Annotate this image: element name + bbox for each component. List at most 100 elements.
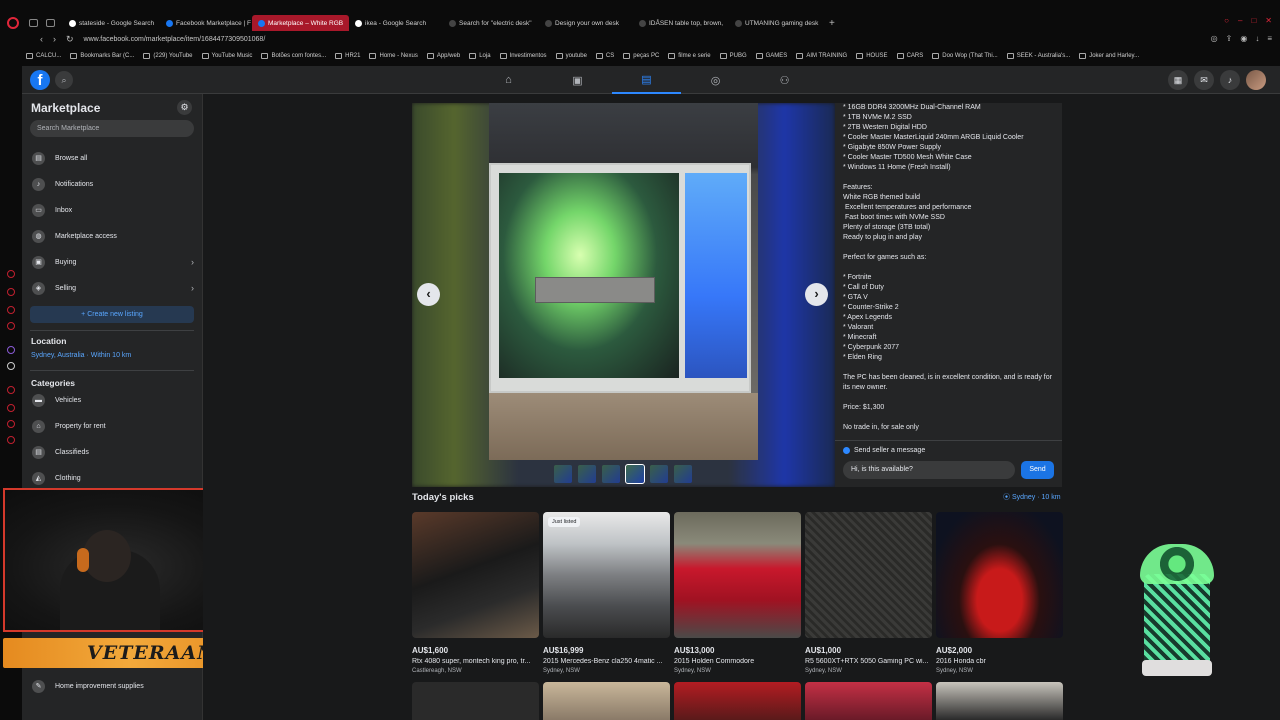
send-button[interactable]: Send	[1021, 461, 1054, 479]
sidebar-item-home-improvement[interactable]: ✎ Home improvement supplies	[30, 676, 196, 696]
rail-icon[interactable]	[7, 404, 15, 412]
bookmark-item[interactable]: filme e serie	[668, 53, 711, 59]
pick-card-partial[interactable]	[543, 682, 670, 720]
picks-location-link[interactable]: ⦿ Sydney · 10 km	[1003, 492, 1061, 502]
video-icon[interactable]: ▣	[543, 66, 612, 94]
menu-grid-icon[interactable]: ▦	[1168, 70, 1188, 90]
settings-gear-icon[interactable]: ⚙	[177, 100, 192, 115]
rail-icon[interactable]	[7, 436, 15, 444]
rail-icon[interactable]	[7, 322, 15, 330]
close-button[interactable]: ✕	[1265, 16, 1272, 25]
browser-tab[interactable]: stateside - Google Search	[63, 15, 160, 31]
avatar[interactable]	[1246, 70, 1266, 90]
bookmark-item[interactable]: CS	[595, 53, 614, 59]
share-icon[interactable]: ⇪	[1226, 34, 1233, 43]
bookmark-item[interactable]: YouTube Music	[201, 53, 252, 59]
thumbnail[interactable]	[554, 465, 572, 483]
rail-icon[interactable]	[7, 386, 15, 394]
thumbnail[interactable]	[602, 465, 620, 483]
browser-tab[interactable]: Facebook Marketplace | F	[160, 15, 252, 31]
forward-icon[interactable]: ›	[53, 34, 56, 45]
pick-card[interactable]: AU$1,000 R5 5600XT+RTX 5050 Gaming PC wi…	[805, 512, 932, 674]
opera-logo-icon[interactable]	[7, 17, 19, 29]
sidebar-item-vehicles[interactable]: ▬ Vehicles	[30, 390, 196, 410]
pick-card[interactable]: Just listed AU$16,999 2015 Mercedes-Benz…	[543, 512, 670, 674]
url-field[interactable]: www.facebook.com/marketplace/item/168447…	[84, 36, 266, 43]
marketplace-icon[interactable]: ▤	[612, 66, 681, 94]
new-tab-button[interactable]: +	[829, 18, 835, 29]
next-photo-button[interactable]: ›	[805, 283, 828, 306]
search-tabs-icon[interactable]: ○	[1224, 16, 1229, 25]
bookmark-item[interactable]: Home - Nexus	[369, 53, 418, 59]
bookmark-item[interactable]: CALCU...	[26, 53, 61, 59]
bookmark-item[interactable]: HOUSE	[856, 53, 888, 59]
message-input[interactable]: Hi, is this available?	[843, 461, 1015, 479]
rail-icon[interactable]	[7, 288, 15, 296]
bookmark-item[interactable]: AIM TRAINING	[796, 53, 847, 59]
previous-photo-button[interactable]: ‹	[417, 283, 440, 306]
bookmark-item[interactable]: youtube	[555, 53, 587, 59]
browser-tab[interactable]: ikea - Google Search	[349, 15, 443, 31]
maximize-button[interactable]: □	[1251, 16, 1256, 25]
bookmark-item[interactable]: CARS	[896, 53, 923, 59]
pick-card[interactable]: AU$2,000 2016 Honda cbr Sydney, NSW	[936, 512, 1063, 674]
workspace-icon[interactable]	[29, 19, 38, 27]
bookmark-item[interactable]: GAMES	[755, 53, 787, 59]
pick-card[interactable]: AU$1,600 Rtx 4080 super, montech king pr…	[412, 512, 539, 674]
thumbnail-selected[interactable]	[625, 464, 645, 484]
sidebar-item-buying[interactable]: ▣ Buying ›	[30, 252, 196, 272]
camera-icon[interactable]: ◉	[1240, 34, 1247, 43]
browser-tab[interactable]: UTMANING gaming desk	[729, 15, 825, 31]
bookmark-item[interactable]: (229) YouTube	[143, 53, 193, 59]
reload-icon[interactable]: ↻	[66, 34, 74, 45]
download-icon[interactable]: ↓	[1255, 34, 1259, 43]
bookmark-item[interactable]: SEEK - Australia's...	[1006, 53, 1070, 59]
sidebar-item-inbox[interactable]: ▭ Inbox	[30, 200, 196, 220]
search-input[interactable]: Search Marketplace	[30, 120, 194, 137]
bookmark-item[interactable]: Investimentos	[499, 53, 547, 59]
thumbnail[interactable]	[578, 465, 596, 483]
browser-tab[interactable]: IDÅSEN table top, brown,	[633, 15, 729, 31]
x-icon[interactable]	[7, 362, 15, 370]
sidebar-item-clothing[interactable]: ◭ Clothing	[30, 468, 196, 488]
pick-card-partial[interactable]	[674, 682, 801, 720]
search-icon[interactable]: ⌕	[55, 71, 73, 89]
location-link[interactable]: Sydney, Australia · Within 10 km	[31, 352, 131, 359]
thumbnail[interactable]	[650, 465, 668, 483]
sidebar-item-notifications[interactable]: ♪ Notifications	[30, 174, 196, 194]
pick-card[interactable]: AU$13,000 2015 Holden Commodore Sydney, …	[674, 512, 801, 674]
sidebar-item-classifieds[interactable]: ▤ Classifieds	[30, 442, 196, 462]
extensions-icon[interactable]: ◎	[1211, 34, 1218, 43]
back-icon[interactable]: ‹	[40, 34, 43, 45]
bookmark-item[interactable]: Joker and Harley...	[1079, 53, 1139, 59]
notifications-icon[interactable]: ♪	[1220, 70, 1240, 90]
bookmark-item[interactable]: PUBG	[719, 53, 747, 59]
thumbnail[interactable]	[674, 465, 692, 483]
pick-card-partial[interactable]	[936, 682, 1063, 720]
minimize-button[interactable]: –	[1238, 16, 1242, 25]
pick-card-partial[interactable]	[805, 682, 932, 720]
bookmark-item[interactable]: peças PC	[623, 53, 659, 59]
bookmark-item[interactable]: App/web	[426, 53, 460, 59]
bookmark-item[interactable]: Loja	[469, 53, 491, 59]
bookmark-item[interactable]: Botões com fontes...	[261, 53, 326, 59]
bookmark-item[interactable]: Doo Wop (That Thi...	[932, 53, 998, 59]
browser-tab[interactable]: Design your own desk	[539, 15, 633, 31]
groups-icon[interactable]: ◎	[681, 66, 750, 94]
browser-tab[interactable]: Search for "electric desk"	[443, 15, 539, 31]
sidebar-item-browse-all[interactable]: ▤ Browse all	[30, 148, 196, 168]
browser-tab-active[interactable]: Marketplace – White RGB	[252, 15, 349, 31]
twitch-icon[interactable]	[7, 346, 15, 354]
bookmark-item[interactable]: HR21	[335, 53, 360, 59]
rail-icon[interactable]	[7, 306, 15, 314]
rail-icon[interactable]	[7, 270, 15, 278]
messenger-icon[interactable]: ✉	[1194, 70, 1214, 90]
gaming-icon[interactable]: ⚇	[750, 66, 819, 94]
home-icon[interactable]: ⌂	[474, 66, 543, 94]
menu-icon[interactable]: ≡	[1267, 34, 1272, 43]
tab-list-icon[interactable]	[46, 19, 55, 27]
rail-icon[interactable]	[7, 420, 15, 428]
sidebar-item-property-for-rent[interactable]: ⌂ Property for rent	[30, 416, 196, 436]
create-listing-button[interactable]: + Create new listing	[30, 306, 194, 323]
pick-card-partial[interactable]	[412, 682, 539, 720]
